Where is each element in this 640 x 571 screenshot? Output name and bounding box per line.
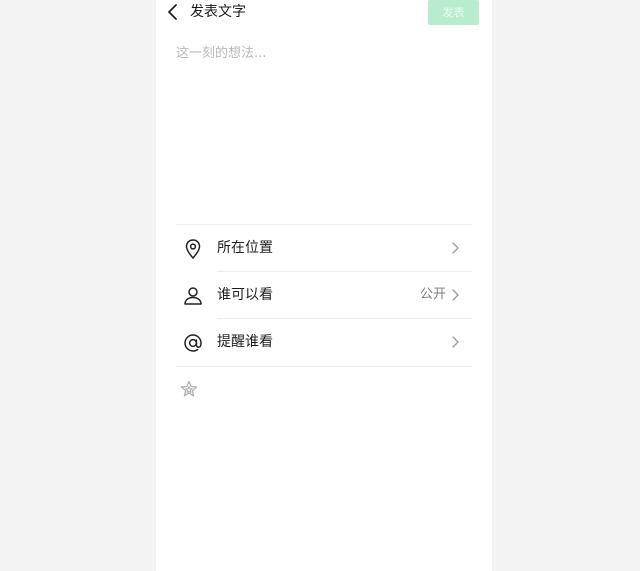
mention-option[interactable]: 提醒谁看 xyxy=(156,319,492,365)
visibility-label: 谁可以看 xyxy=(217,287,273,303)
page-title: 发表文字 xyxy=(190,4,246,20)
location-label: 所在位置 xyxy=(217,240,273,256)
at-sign-icon xyxy=(184,334,202,352)
chevron-right-icon xyxy=(452,289,459,301)
post-text-input[interactable]: 这一刻的想法... xyxy=(176,44,472,194)
location-pin-icon xyxy=(185,239,201,260)
chevron-right-icon xyxy=(452,242,459,254)
mention-label: 提醒谁看 xyxy=(217,334,273,350)
visibility-option[interactable]: 谁可以看 公开 xyxy=(156,272,492,318)
chevron-right-icon xyxy=(452,336,459,348)
person-icon xyxy=(184,287,202,305)
chevron-left-icon[interactable] xyxy=(166,2,180,22)
location-option[interactable]: 所在位置 xyxy=(156,225,492,271)
visibility-value: 公开 xyxy=(419,287,446,302)
header-bar: 发表文字 发表 xyxy=(156,0,492,26)
publish-button[interactable]: 发表 xyxy=(428,0,479,25)
star-icon[interactable] xyxy=(180,380,198,398)
divider xyxy=(176,366,472,367)
moments-compose-screen: 发表文字 发表 这一刻的想法... 所在位置 谁可以看 公开 提醒谁看 xyxy=(156,0,492,571)
